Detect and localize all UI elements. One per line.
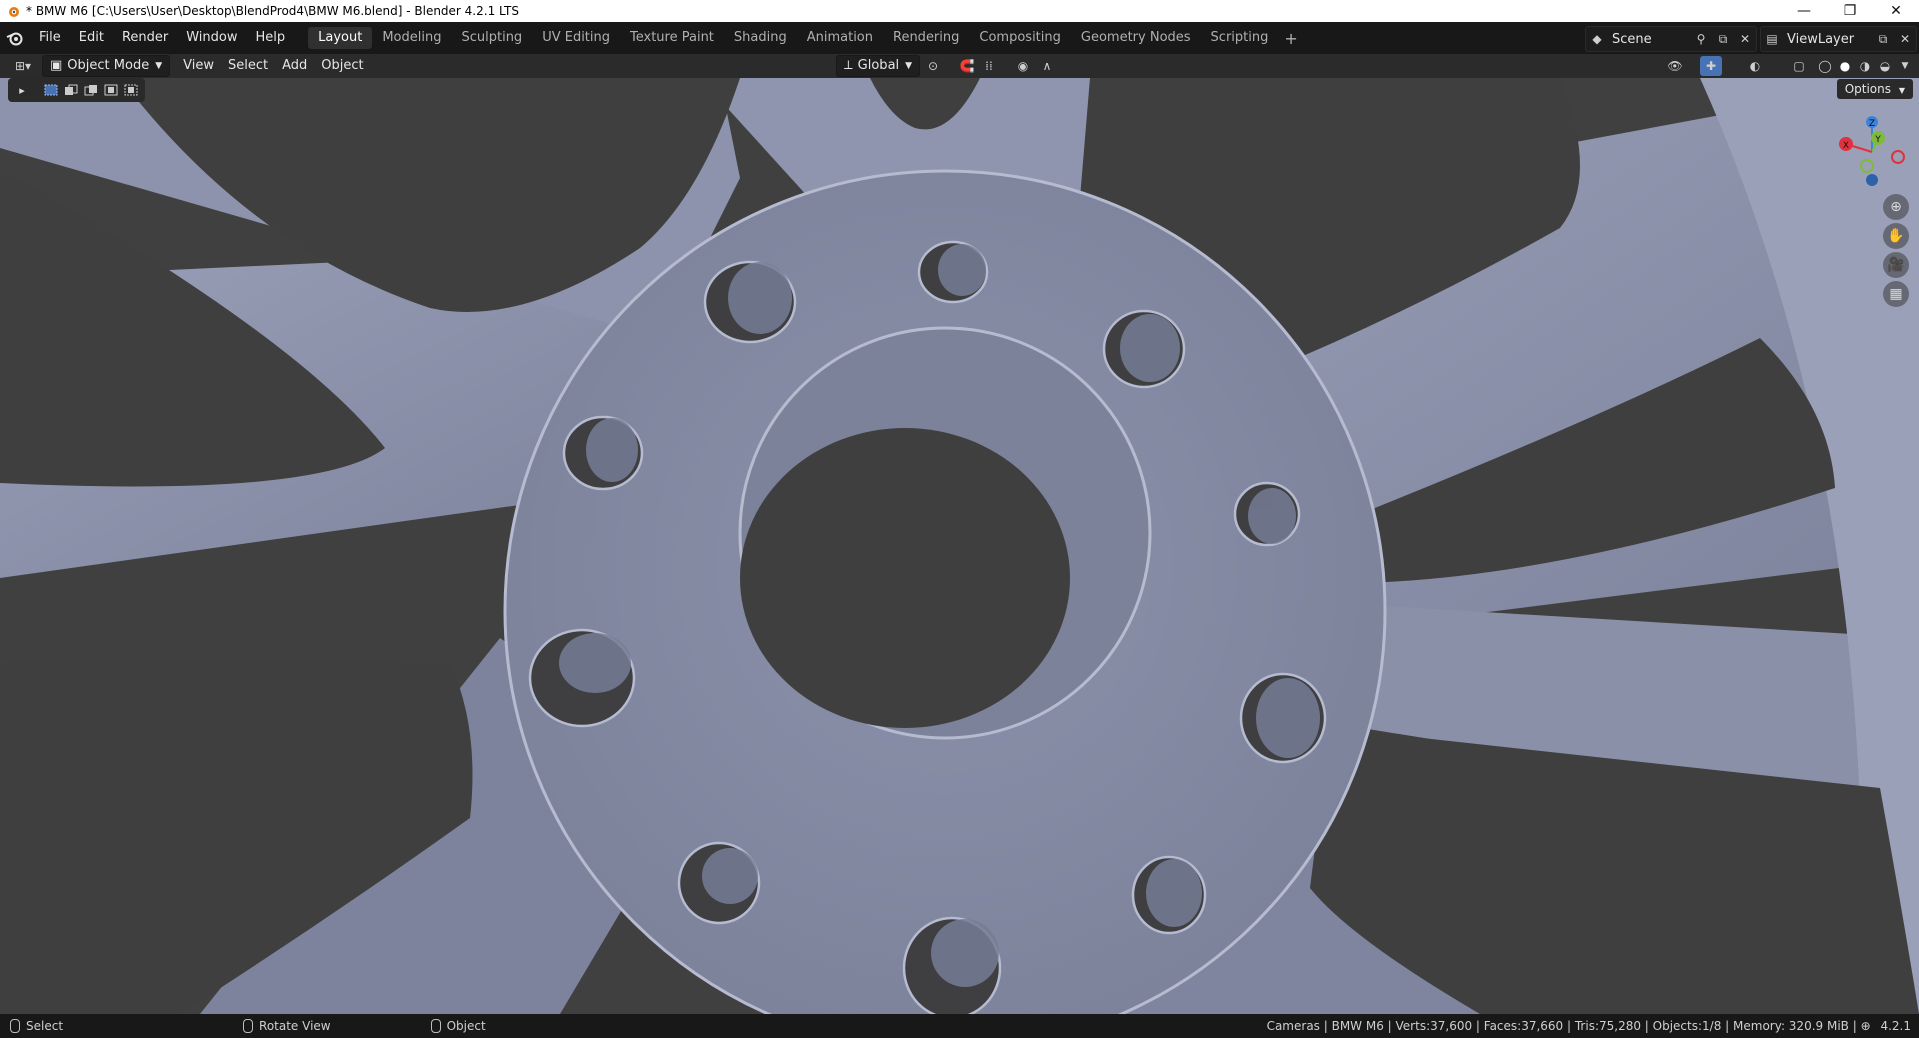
pin-icon[interactable]: ⚲ xyxy=(1690,29,1712,49)
wireframe-shading-icon[interactable]: ◯ xyxy=(1814,56,1836,76)
orientation-icon: ⟂ xyxy=(844,58,853,73)
viewport-header: ⊞▾ ▣ Object Mode ▼ View Select Add Objec… xyxy=(0,54,1919,78)
tab-geometry-nodes[interactable]: Geometry Nodes xyxy=(1071,27,1201,49)
object-mode-label: Object Mode xyxy=(67,58,150,73)
pivot-point-icon[interactable]: ⊙ xyxy=(922,56,944,76)
rendered-shading-icon[interactable]: ◒ xyxy=(1874,56,1896,76)
view-menu[interactable]: View xyxy=(176,56,221,76)
workspace-tabs: Layout Modeling Sculpting UV Editing Tex… xyxy=(308,27,1304,49)
editor-type-icon[interactable]: ⊞▾ xyxy=(8,56,38,76)
box-select-new-icon[interactable] xyxy=(42,82,60,98)
status-rotate: Rotate View xyxy=(243,1019,331,1033)
select-tool-icon[interactable]: ▸ xyxy=(13,82,31,98)
add-menu[interactable]: Add xyxy=(275,56,314,76)
view-layer-name: ViewLayer xyxy=(1787,31,1855,47)
select-menu[interactable]: Select xyxy=(221,56,275,76)
chevron-down-icon: ▼ xyxy=(155,61,163,71)
options-label: Options xyxy=(1844,82,1892,96)
object-mode-icon: ▣ xyxy=(50,58,63,73)
gizmo-neg-y-axis[interactable] xyxy=(1860,159,1874,173)
view-layer-selector[interactable]: ▤ ViewLayer ⧉ ✕ xyxy=(1760,26,1917,52)
tab-animation[interactable]: Animation xyxy=(797,27,883,49)
delete-view-layer-icon[interactable]: ✕ xyxy=(1894,29,1916,49)
new-view-layer-icon[interactable]: ⧉ xyxy=(1872,29,1894,49)
tab-modeling[interactable]: Modeling xyxy=(372,27,451,49)
mouse-middle-icon xyxy=(243,1019,254,1033)
navigation-gizmo[interactable]: Z Y X xyxy=(1834,110,1909,190)
blender-app-icon xyxy=(9,7,19,17)
tab-uv-editing[interactable]: UV Editing xyxy=(532,27,620,49)
perspective-toggle-icon[interactable]: ▦ xyxy=(1883,281,1909,307)
snap-target-icon[interactable]: ⁞⁞ xyxy=(978,56,1000,76)
status-select: Select xyxy=(10,1019,63,1033)
overlays-icon[interactable]: ◐ xyxy=(1744,56,1766,76)
box-select-extend-icon[interactable] xyxy=(62,82,80,98)
tab-layout[interactable]: Layout xyxy=(308,27,373,49)
object-mode-dropdown[interactable]: ▣ Object Mode ▼ xyxy=(42,55,171,77)
falloff-icon[interactable]: ∧ xyxy=(1036,56,1058,76)
solid-shading-icon[interactable]: ● xyxy=(1834,56,1856,76)
menu-render[interactable]: Render xyxy=(113,27,177,49)
view-layer-icon: ▤ xyxy=(1766,32,1778,46)
tab-scripting[interactable]: Scripting xyxy=(1201,27,1279,49)
menu-edit[interactable]: Edit xyxy=(70,27,113,49)
snap-icon[interactable]: 🧲 xyxy=(956,56,978,76)
object-menu[interactable]: Object xyxy=(314,56,370,76)
menu-help[interactable]: Help xyxy=(247,27,295,49)
scene-statistics: Cameras | BMW M6 | Verts:37,600 | Faces:… xyxy=(1267,1014,1911,1038)
scene-name: Scene xyxy=(1612,31,1652,47)
box-select-subtract-icon[interactable] xyxy=(82,82,100,98)
minimize-button[interactable]: — xyxy=(1781,0,1827,22)
zoom-icon[interactable]: ⊕ xyxy=(1883,194,1909,220)
gizmo-neg-x-axis[interactable] xyxy=(1891,150,1905,164)
tab-sculpting[interactable]: Sculpting xyxy=(451,27,532,49)
blender-logo-icon[interactable] xyxy=(0,30,30,46)
transform-orientation-dropdown[interactable]: ⟂ Global ▼ xyxy=(836,55,921,77)
tab-rendering[interactable]: Rendering xyxy=(883,27,969,49)
box-select-invert-icon[interactable] xyxy=(102,82,120,98)
stats-text: Cameras | BMW M6 | Verts:37,600 | Faces:… xyxy=(1266,1019,1861,1033)
gizmo-z-label: Z xyxy=(1869,119,1875,129)
material-shading-icon[interactable]: ◑ xyxy=(1854,56,1876,76)
new-scene-icon[interactable]: ⧉ xyxy=(1712,29,1734,49)
delete-scene-icon[interactable]: ✕ xyxy=(1734,29,1756,49)
visibility-icon[interactable]: 👁 xyxy=(1664,56,1686,76)
tab-texture-paint[interactable]: Texture Paint xyxy=(620,27,724,49)
version-label: 4.2.1 xyxy=(1880,1019,1911,1033)
mouse-right-icon xyxy=(430,1019,441,1033)
gizmo-neg-z-axis[interactable] xyxy=(1866,174,1878,186)
menu-file[interactable]: File xyxy=(30,27,70,49)
3d-viewport[interactable] xyxy=(0,78,1919,1014)
menu-window[interactable]: Window xyxy=(177,27,246,49)
add-workspace-button[interactable]: + xyxy=(1278,29,1303,48)
gizmo-x-label: X xyxy=(1843,141,1849,151)
network-icon: ⊕ xyxy=(1860,1019,1871,1033)
tab-compositing[interactable]: Compositing xyxy=(969,27,1071,49)
top-menu-bar: File Edit Render Window Help Layout Mode… xyxy=(0,22,1919,54)
chevron-down-icon: ▼ xyxy=(1898,86,1905,95)
window-title: * BMW M6 [C:\Users\User\Desktop\BlendPro… xyxy=(26,4,520,18)
maximize-button[interactable]: ❐ xyxy=(1827,0,1873,22)
status-object: Object xyxy=(430,1019,486,1033)
wheel-model xyxy=(0,78,1919,1014)
gizmo-y-label: Y xyxy=(1874,135,1881,145)
xray-icon[interactable]: ▢ xyxy=(1788,56,1810,76)
window-title-bar: * BMW M6 [C:\Users\User\Desktop\BlendPro… xyxy=(0,0,1919,22)
orientation-label: Global xyxy=(857,58,900,73)
status-bar: Select Rotate View Object Cameras | BMW … xyxy=(0,1014,1919,1038)
camera-view-icon[interactable]: 🎥 xyxy=(1883,252,1909,278)
scene-selector[interactable]: ◆ Scene ⚲ ⧉ ✕ xyxy=(1585,26,1757,52)
chevron-down-icon: ▼ xyxy=(905,61,913,71)
mouse-left-icon xyxy=(10,1019,20,1033)
scene-icon: ◆ xyxy=(1592,32,1602,46)
pan-hand-icon[interactable]: ✋ xyxy=(1883,223,1909,249)
box-select-intersect-icon[interactable] xyxy=(122,82,140,98)
shading-options-icon[interactable]: ▼ xyxy=(1894,56,1916,76)
options-dropdown[interactable]: Options ▼ xyxy=(1836,79,1913,99)
gizmo-toggle-icon[interactable]: ✚ xyxy=(1700,56,1722,76)
tool-settings-strip: ▸ xyxy=(8,78,145,102)
proportional-editing-icon[interactable]: ◉ xyxy=(1012,56,1034,76)
tab-shading[interactable]: Shading xyxy=(724,27,797,49)
close-button[interactable]: ✕ xyxy=(1873,0,1919,22)
